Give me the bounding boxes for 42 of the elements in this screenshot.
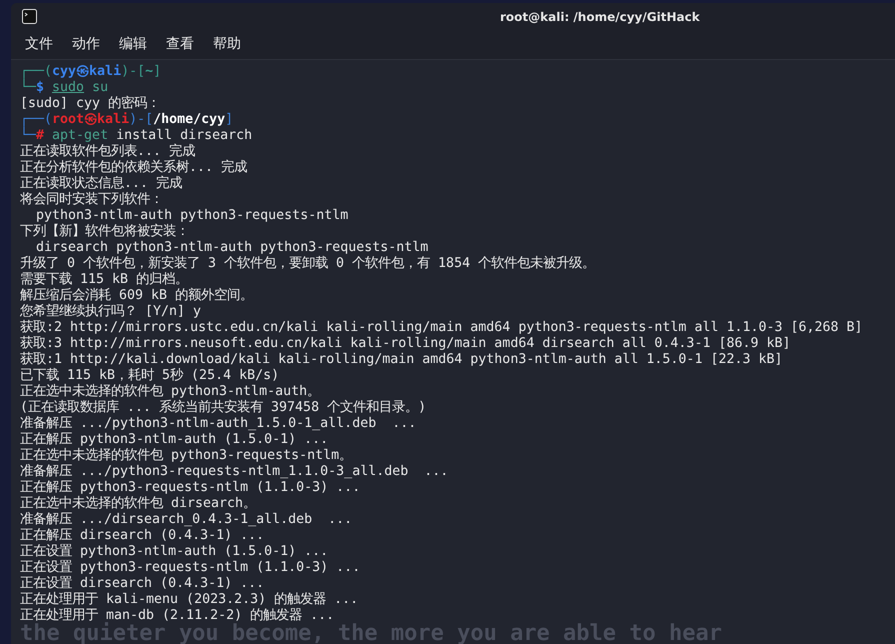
output-line: 正在解压 python3-ntlm-auth (1.5.0-1) ...	[20, 432, 328, 448]
prompt-line: ┌──(root㉿kali)-[/home/cyy]	[20, 112, 234, 127]
output-line: 您希望继续执行吗？ [Y/n] y	[20, 304, 202, 320]
output-line: 升级了 0 个软件包，新安装了 3 个软件包，要卸载 0 个软件包，有 1854 个软件包未被升级。	[20, 256, 596, 272]
output-line: 正在读取状态信息... 完成	[20, 176, 182, 192]
command-line: └─# apt-get install dirsearch	[20, 128, 252, 144]
output-line: 准备解压 .../python3-requests-ntlm_1.1.0-3_all.deb ...	[20, 464, 448, 480]
menu-item[interactable]: 帮助	[213, 35, 241, 53]
output-line: 正在选中未选择的软件包 python3-requests-ntlm。	[20, 448, 352, 464]
terminal-icon	[22, 9, 37, 24]
output-line: 获取:2 http://mirrors.ustc.edu.cn/kali kali-rolling/main amd64 python3-requests-ntlm all 1.1.0-3 [6,268 B]	[20, 320, 863, 336]
output-line: 正在设置 dirsearch (0.4.3-1) ...	[20, 576, 264, 592]
output-line: dirsearch python3-ntlm-auth python3-requests-ntlm	[35, 240, 428, 256]
output-line: 正在解压 dirsearch (0.4.3-1) ...	[20, 528, 264, 544]
output-line: 需要下载 115 kB 的归档。	[20, 272, 188, 288]
output-line: 正在设置 python3-requests-ntlm (1.1.0-3) ...	[20, 560, 360, 576]
output-line: 正在分析软件包的依赖关系树... 完成	[20, 160, 248, 176]
output-line: 将会同时安装下列软件：	[20, 192, 163, 208]
output-line: python3-ntlm-auth python3-requests-ntlm	[35, 208, 348, 224]
prompt-line: ┌──(cyy㉿kali)-[~]	[20, 64, 162, 79]
output-line: (正在读取数据库 ... 系统当前共安装有 397458 个文件和目录。)	[20, 400, 426, 416]
output-line: 准备解压 .../python3-ntlm-auth_1.5.0-1_all.deb ...	[20, 416, 416, 432]
output-line: 正在处理用于 kali-menu (2023.2.3) 的触发器 ...	[20, 592, 358, 608]
menu-item[interactable]: 查看	[166, 35, 194, 53]
output-line: [sudo] cyy 的密码：	[20, 96, 160, 112]
output-line: 正在选中未选择的软件包 python3-ntlm-auth。	[20, 384, 320, 400]
output-line: 准备解压 .../dirsearch_0.4.3-1_all.deb ...	[20, 512, 352, 528]
output-line: 解压缩后会消耗 609 kB 的额外空间。	[20, 288, 254, 304]
output-line: 正在读取软件包列表... 完成	[20, 144, 196, 160]
command-line: └─$ sudo su	[20, 80, 108, 96]
output-line: 正在解压 python3-requests-ntlm (1.1.0-3) ...	[20, 480, 360, 496]
menu-item[interactable]: 编辑	[119, 35, 147, 53]
menu-item[interactable]: 文件	[25, 35, 53, 53]
output-line: 正在设置 python3-ntlm-auth (1.5.0-1) ...	[20, 544, 328, 560]
menu-item[interactable]: 动作	[72, 35, 100, 53]
output-line: 正在处理用于 man-db (2.11.2-2) 的触发器 ...	[20, 608, 334, 623]
output-line: 正在选中未选择的软件包 dirsearch。	[20, 496, 256, 512]
window-title: root@kali: /home/cyy/GitHack	[499, 10, 700, 24]
output-line: 已下载 115 kB，耗时 5秒 (25.4 kB/s)	[20, 368, 280, 384]
output-line: 获取:3 http://mirrors.neusoft.edu.cn/kali kali-rolling/main amd64 dirsearch all 0.4.3-1 [86.9 kB]	[20, 336, 791, 352]
output-line: 获取:1 http://kali.download/kali kali-rolling/main amd64 python3-ntlm-auth all 1.5.0-1 [22.3 kB]	[20, 352, 782, 368]
output-line: 下列【新】软件包将被安装：	[20, 224, 189, 240]
